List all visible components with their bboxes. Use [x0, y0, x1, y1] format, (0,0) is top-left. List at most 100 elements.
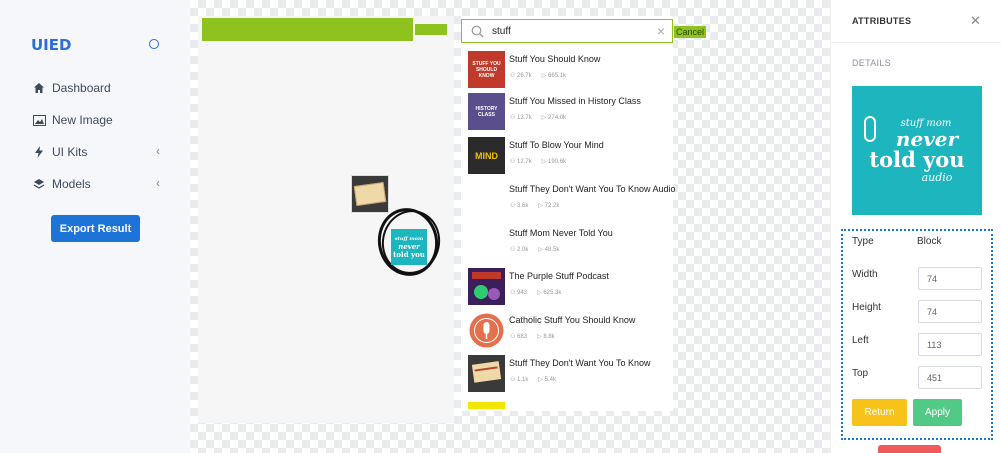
close-icon[interactable]: ✕ — [970, 13, 981, 29]
podcast-title: Stuff You Missed in History Class — [509, 96, 641, 106]
search-input[interactable]: stuff × — [461, 19, 673, 43]
podcast-artwork: MIND — [468, 137, 505, 174]
list-item[interactable]: Catholic Stuff You Should Know ⚇ 683 ▷ 8.… — [468, 312, 678, 350]
clear-search-icon[interactable]: × — [650, 23, 672, 39]
artwork-text: MIND — [475, 150, 498, 161]
podcast-stats: ⚇ 12.7k ▷ 190.6k — [510, 158, 576, 165]
canvas-artwork-line3: told you — [393, 250, 425, 259]
sidebar-item-label: Models — [52, 177, 91, 191]
plays-count: ▷ 5.4k — [538, 377, 557, 383]
catholic-stuff-artwork-icon — [469, 313, 504, 348]
sidebar-item-label: UI Kits — [52, 145, 88, 159]
left-field[interactable]: 113 — [918, 333, 982, 356]
plays-count: ▷ 274.0k — [541, 115, 567, 121]
list-item[interactable]: HISTORY CLASS Stuff You Missed in Histor… — [468, 93, 678, 131]
bolt-icon — [32, 145, 46, 159]
left-label: Left — [852, 335, 869, 346]
partial-list-item-artwork — [468, 402, 505, 409]
subscribers-count: ⚇ 13.7k — [510, 115, 532, 121]
divider — [831, 42, 1001, 43]
sidebar-item-dashboard[interactable]: Dashboard — [32, 78, 172, 98]
top-field[interactable]: 451 — [918, 366, 982, 389]
plays-count: ▷ 48.5k — [538, 247, 560, 253]
purple-stuff-artwork-icon — [468, 268, 505, 305]
list-item[interactable]: The Purple Stuff Podcast ⚇ 943 ▷ 625.3k — [468, 268, 678, 306]
image-icon — [32, 113, 46, 127]
podcast-title: Stuff You Should Know — [509, 54, 601, 64]
plays-count: ▷ 625.3k — [537, 290, 562, 296]
podcast-artwork — [468, 225, 505, 262]
list-item[interactable]: Stuff They Don't Want You To Know ⚇ 1.1k… — [468, 355, 678, 393]
preview-line4: audio — [921, 170, 953, 184]
podcast-stats: ⚇ 1.1k ▷ 5.4k — [510, 376, 566, 383]
subscribers-count: ⚇ 683 — [510, 334, 528, 340]
return-button[interactable]: Return — [852, 399, 907, 426]
sidebar-item-ui-kits[interactable]: UI Kits ‹ — [32, 142, 172, 162]
list-item[interactable]: STUFF YOU SHOULD KNOW Stuff You Should K… — [468, 51, 678, 89]
attributes-panel: ATTRIBUTES ✕ DETAILS stuff mom never tol… — [830, 0, 1001, 453]
canvas-selected-artwork: stuff mom never told you — [391, 229, 427, 265]
artwork-text: HISTORY CLASS — [475, 105, 498, 118]
apply-button[interactable]: Apply — [913, 399, 962, 426]
podcast-title: Stuff They Don't Want You To Know Audio — [509, 184, 676, 194]
subscribers-count: ⚇ 1.1k — [510, 377, 529, 383]
podcast-artwork — [468, 268, 505, 305]
preview-line3: told you — [869, 146, 965, 172]
sidebar-item-label: Dashboard — [52, 81, 111, 95]
layers-icon — [32, 177, 46, 191]
plays-count: ▷ 665.1k — [541, 73, 567, 79]
podcast-artwork: HISTORY CLASS — [468, 93, 505, 130]
width-field[interactable]: 74 — [918, 267, 982, 290]
plays-count: ▷ 190.6k — [541, 159, 567, 165]
podcast-title: Stuff Mom Never Told You — [509, 228, 613, 238]
selected-element[interactable]: stuff mom never told you — [372, 203, 447, 281]
subscribers-count: ⚇ 12.7k — [510, 159, 532, 165]
podcast-artwork — [468, 355, 505, 392]
podcast-title: The Purple Stuff Podcast — [509, 271, 609, 281]
canvas-header-bar[interactable] — [202, 18, 413, 41]
podcast-artwork — [468, 181, 505, 218]
height-field[interactable]: 74 — [918, 300, 982, 323]
brand-logo: UIED — [31, 36, 72, 54]
sidebar-item-new-image[interactable]: New Image — [32, 110, 172, 130]
attributes-title: ATTRIBUTES — [852, 16, 912, 26]
preview-line2: never — [895, 126, 959, 151]
canvas-header-block[interactable] — [415, 24, 447, 35]
podcast-title: Catholic Stuff You Should Know — [509, 315, 636, 325]
element-preview: stuff mom never told you audio — [852, 86, 982, 215]
subscribers-count: ⚇ 2.0k — [510, 247, 529, 253]
podcast-stats: ⚇ 3.6k ▷ 72.2k — [510, 202, 569, 209]
delete-button[interactable] — [878, 445, 941, 453]
search-icon — [462, 25, 492, 38]
plays-count: ▷ 72.2k — [538, 203, 560, 209]
list-item[interactable]: MIND Stuff To Blow Your Mind ⚇ 12.7k ▷ 19… — [468, 137, 678, 175]
plays-count: ▷ 8.8k — [537, 334, 555, 340]
artwork-text: STUFF YOU SHOULD KNOW — [472, 60, 501, 79]
top-label: Top — [852, 368, 869, 379]
sidebar-item-models[interactable]: Models ‹ — [32, 174, 172, 194]
podcast-title: Stuff To Blow Your Mind — [509, 140, 604, 150]
cancel-button[interactable]: Cancel — [674, 26, 706, 38]
sidebar-item-label: New Image — [52, 113, 113, 127]
export-result-button[interactable]: Export Result — [51, 215, 140, 242]
type-label: Type — [852, 236, 874, 247]
chevron-left-icon: ‹ — [156, 144, 160, 158]
podcast-stats: ⚇ 683 ▷ 8.8k — [510, 333, 565, 340]
width-label: Width — [852, 269, 878, 280]
microphone-icon — [864, 116, 876, 142]
podcast-artwork — [468, 312, 505, 349]
podcast-stats: ⚇ 26.7k ▷ 665.1k — [510, 72, 576, 79]
list-item[interactable]: Stuff They Don't Want You To Know Audio … — [468, 181, 678, 219]
sidebar: UIED Dashboard New Image UI Kits ‹ Model… — [0, 0, 190, 453]
podcast-stats: ⚇ 13.7k ▷ 274.0k — [510, 114, 576, 121]
podcast-stats: ⚇ 943 ▷ 625.3k — [510, 289, 571, 296]
search-value: stuff — [492, 25, 511, 37]
type-value: Block — [917, 236, 942, 247]
podcast-title: Stuff They Don't Want You To Know — [509, 358, 651, 368]
details-label: DETAILS — [852, 58, 891, 68]
subscribers-count: ⚇ 943 — [510, 290, 528, 296]
list-item[interactable]: Stuff Mom Never Told You ⚇ 2.0k ▷ 48.5k — [468, 225, 678, 263]
attributes-form: Type Block Width 74 Height 74 Left 113 T… — [841, 229, 993, 440]
subscribers-count: ⚇ 3.6k — [510, 203, 529, 209]
sidebar-toggle-icon[interactable] — [149, 39, 159, 49]
